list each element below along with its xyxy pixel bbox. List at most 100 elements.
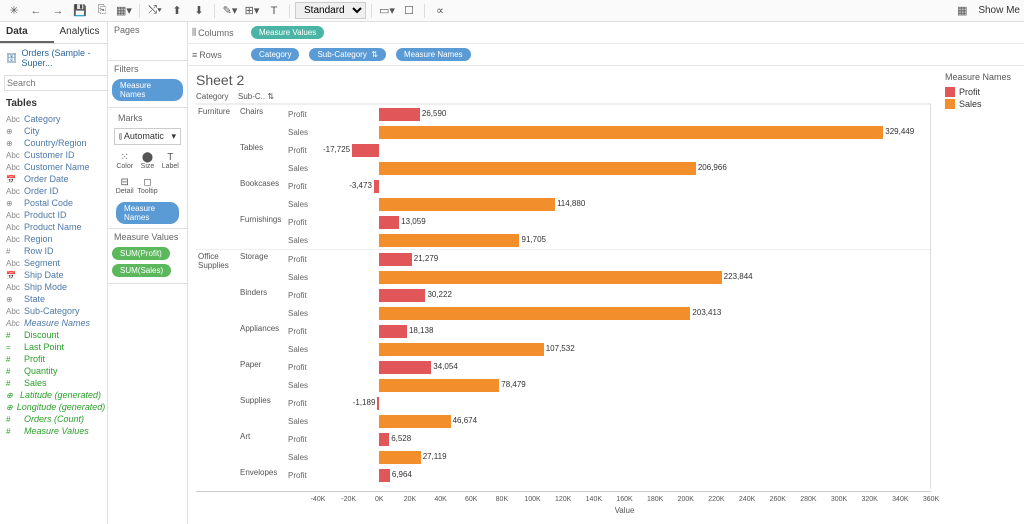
- share-icon[interactable]: ∝: [430, 2, 450, 20]
- marks-tooltip-icon[interactable]: ◻Tooltip: [136, 174, 158, 198]
- datasource-row[interactable]: 🗄 Orders (Sample - Super...: [0, 44, 107, 72]
- field-state[interactable]: ⊕State: [0, 293, 107, 305]
- legend-item-profit[interactable]: Profit: [945, 86, 1018, 98]
- field-latitude-generated-[interactable]: ⊕Latitude (generated): [0, 389, 107, 401]
- subcategory-label[interactable]: Supplies: [238, 394, 288, 430]
- new-datasource-icon[interactable]: ⎘: [92, 2, 112, 20]
- bar-mark[interactable]: [379, 162, 696, 175]
- metric-label[interactable]: Profit: [288, 146, 318, 155]
- bar-mark[interactable]: [379, 361, 431, 374]
- metric-label[interactable]: Profit: [288, 255, 318, 264]
- rows-pill-subcategory[interactable]: Sub-Category ⇅: [309, 48, 386, 61]
- tab-data[interactable]: Data: [0, 22, 54, 43]
- bar-mark[interactable]: [379, 451, 420, 464]
- field-segment[interactable]: AbcSegment: [0, 257, 107, 269]
- subcategory-label[interactable]: Binders: [238, 286, 288, 322]
- field-ship-mode[interactable]: AbcShip Mode: [0, 281, 107, 293]
- marks-detail-icon[interactable]: ⊟Detail: [114, 174, 135, 198]
- metric-label[interactable]: Profit: [288, 291, 318, 300]
- search-input[interactable]: [4, 75, 108, 91]
- bar-mark[interactable]: [379, 234, 519, 247]
- rows-pill-category[interactable]: Category: [251, 48, 299, 61]
- presentation-icon[interactable]: ▭▾: [377, 2, 397, 20]
- field-city[interactable]: ⊕City: [0, 125, 107, 137]
- metric-label[interactable]: Profit: [288, 327, 318, 336]
- bar-mark[interactable]: [379, 289, 425, 302]
- metric-label[interactable]: Profit: [288, 363, 318, 372]
- bar-mark[interactable]: [377, 397, 379, 410]
- field-longitude-generated-[interactable]: ⊕Longitude (generated): [0, 401, 107, 413]
- subcategory-label[interactable]: Art: [238, 430, 288, 466]
- sheet-title[interactable]: Sheet 2: [196, 72, 931, 88]
- bar-mark[interactable]: [374, 180, 379, 193]
- metric-label[interactable]: Profit: [288, 471, 318, 480]
- new-worksheet-icon[interactable]: ▦▾: [114, 2, 134, 20]
- bar-mark[interactable]: [379, 108, 420, 121]
- columns-pill-measure-values[interactable]: Measure Values: [251, 26, 324, 39]
- forward-icon[interactable]: →: [48, 2, 68, 20]
- tab-analytics[interactable]: Analytics: [54, 22, 108, 43]
- metric-label[interactable]: Sales: [288, 345, 318, 354]
- field-measure-values[interactable]: #Measure Values: [0, 425, 107, 437]
- bar-mark[interactable]: [379, 343, 544, 356]
- marks-label-icon[interactable]: TLabel: [160, 149, 181, 173]
- field-country-region[interactable]: ⊕Country/Region: [0, 137, 107, 149]
- subcategory-label[interactable]: Envelopes: [238, 466, 288, 489]
- field-product-name[interactable]: AbcProduct Name: [0, 221, 107, 233]
- bar-mark[interactable]: [379, 307, 690, 320]
- header-category[interactable]: Category: [196, 92, 238, 101]
- field-ship-date[interactable]: 📅Ship Date: [0, 269, 107, 281]
- field-last-point[interactable]: =Last Point: [0, 341, 107, 353]
- metric-label[interactable]: Sales: [288, 453, 318, 462]
- field-category[interactable]: AbcCategory: [0, 113, 107, 125]
- subcategory-label[interactable]: Appliances: [238, 322, 288, 358]
- metric-label[interactable]: Profit: [288, 110, 318, 119]
- category-label[interactable]: Furniture: [196, 105, 238, 249]
- subcategory-label[interactable]: Tables: [238, 141, 288, 177]
- category-label[interactable]: Office Supplies: [196, 250, 238, 489]
- bar-mark[interactable]: [379, 469, 390, 482]
- metric-label[interactable]: Sales: [288, 273, 318, 282]
- subcategory-label[interactable]: Furnishings: [238, 213, 288, 249]
- bar-mark[interactable]: [379, 216, 399, 229]
- metric-label[interactable]: Profit: [288, 399, 318, 408]
- bar-mark[interactable]: [379, 253, 412, 266]
- metric-label[interactable]: Sales: [288, 417, 318, 426]
- metric-label[interactable]: Sales: [288, 381, 318, 390]
- rows-pill-measure-names[interactable]: Measure Names: [396, 48, 471, 61]
- field-orders-count-[interactable]: #Orders (Count): [0, 413, 107, 425]
- field-customer-name[interactable]: AbcCustomer Name: [0, 161, 107, 173]
- back-icon[interactable]: ←: [26, 2, 46, 20]
- metric-label[interactable]: Profit: [288, 435, 318, 444]
- show-me-label[interactable]: Show Me: [978, 5, 1020, 16]
- group-icon[interactable]: ⊞▾: [242, 2, 262, 20]
- field-measure-names[interactable]: AbcMeasure Names: [0, 317, 107, 329]
- field-profit[interactable]: #Profit: [0, 353, 107, 365]
- marks-size-icon[interactable]: ⬤Size: [136, 149, 158, 173]
- field-order-date[interactable]: 📅Order Date: [0, 173, 107, 185]
- metric-label[interactable]: Sales: [288, 128, 318, 137]
- marks-pill-measure-names[interactable]: Measure Names: [116, 202, 179, 224]
- bar-mark[interactable]: [352, 144, 379, 157]
- field-order-id[interactable]: AbcOrder ID: [0, 185, 107, 197]
- field-postal-code[interactable]: ⊕Postal Code: [0, 197, 107, 209]
- tableau-logo-icon[interactable]: ✳: [4, 2, 24, 20]
- bar-mark[interactable]: [379, 126, 883, 139]
- show-cards-icon[interactable]: ☐: [399, 2, 419, 20]
- mv-pill-sales[interactable]: SUM(Sales): [112, 264, 171, 277]
- field-quantity[interactable]: #Quantity: [0, 365, 107, 377]
- field-product-id[interactable]: AbcProduct ID: [0, 209, 107, 221]
- filter-pill-measure-names[interactable]: Measure Names: [112, 79, 183, 101]
- metric-label[interactable]: Sales: [288, 200, 318, 209]
- field-region[interactable]: AbcRegion: [0, 233, 107, 245]
- subcategory-label[interactable]: Storage: [238, 250, 288, 286]
- field-customer-id[interactable]: AbcCustomer ID: [0, 149, 107, 161]
- bar-mark[interactable]: [379, 415, 450, 428]
- columns-shelf[interactable]: ⫼Columns Measure Values: [188, 22, 1024, 44]
- metric-label[interactable]: Sales: [288, 489, 318, 490]
- subcategory-label[interactable]: Chairs: [238, 105, 288, 141]
- swap-icon[interactable]: ⤭▾: [145, 2, 165, 20]
- metric-label[interactable]: Profit: [288, 182, 318, 191]
- fit-mode-select[interactable]: Standard: [295, 2, 366, 19]
- rows-shelf[interactable]: ≡Rows Category Sub-Category ⇅ Measure Na…: [188, 44, 1024, 66]
